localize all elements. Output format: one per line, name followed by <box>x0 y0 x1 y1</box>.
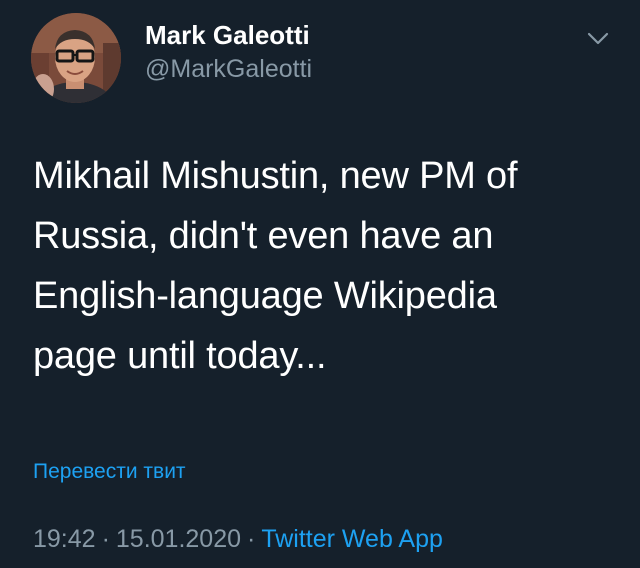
tweet-source-link[interactable]: Twitter Web App <box>261 525 443 553</box>
author-handle[interactable]: @MarkGaleotti <box>145 53 312 85</box>
tweet-text: Mikhail Mishustin, new PM of Russia, did… <box>33 155 518 377</box>
chevron-down-icon[interactable] <box>584 24 612 52</box>
tweet-time: 19:42 <box>33 525 96 553</box>
author-avatar[interactable] <box>31 13 121 103</box>
tweet-card: Mark Galeotti @MarkGaleotti Mikhail Mish… <box>0 0 640 568</box>
translate-tweet-link[interactable]: Перевести твит <box>33 458 186 486</box>
tweet-metadata: 19:42 · 15.01.2020 · Twitter Web App <box>33 523 443 555</box>
author-display-name[interactable]: Mark Galeotti <box>145 19 310 51</box>
separator: · <box>101 525 110 553</box>
profile-photo-icon <box>31 13 121 103</box>
separator: · <box>247 525 256 553</box>
tweet-date[interactable]: 15.01.2020 <box>116 525 241 553</box>
